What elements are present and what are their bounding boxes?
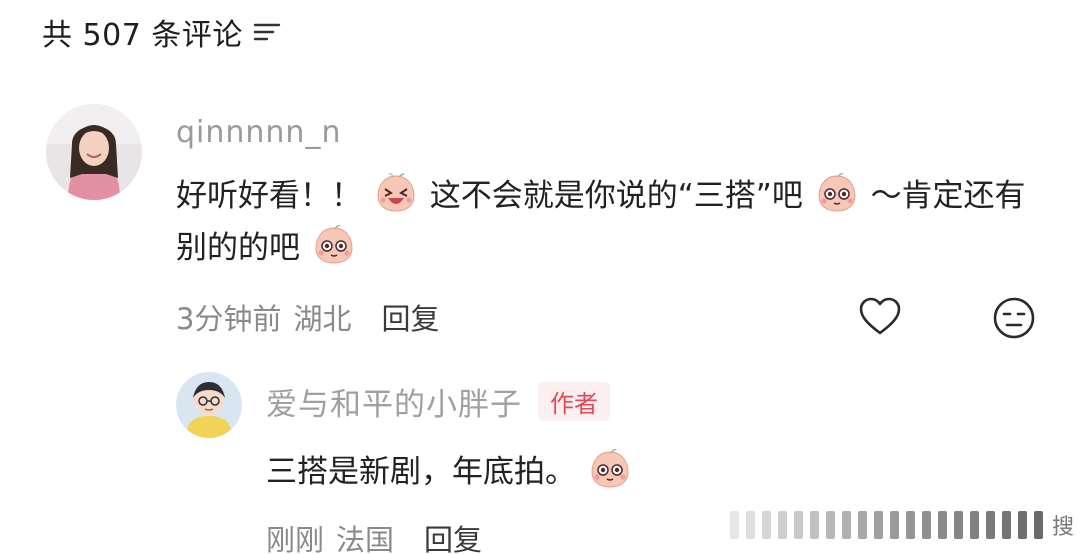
comment-text: 好听好看！！ 这不会就是你说的“三搭”吧 ～肯定还有别的的吧 bbox=[176, 170, 1036, 274]
watermark-bar bbox=[746, 511, 755, 539]
laughing-peach-emoji-icon bbox=[377, 172, 415, 212]
watermark-bar bbox=[794, 511, 803, 539]
comments-header: 共 507 条评论 bbox=[42, 10, 281, 54]
watermark-bar bbox=[874, 511, 883, 539]
comment-meta: 3分钟前 湖北 回复 bbox=[176, 296, 439, 338]
watermark-bar bbox=[922, 511, 931, 539]
watermark-bar bbox=[970, 511, 979, 539]
reply-text: 三搭是新剧，年底拍。 bbox=[266, 446, 1056, 495]
avatar[interactable] bbox=[46, 104, 142, 200]
watermark-bar bbox=[986, 511, 995, 539]
comment-text-part2: 这不会就是你说的“三搭”吧 bbox=[429, 178, 803, 214]
watermark-bar bbox=[906, 511, 915, 539]
watermark-text: 搜 bbox=[1052, 515, 1075, 540]
watermark-bar bbox=[954, 511, 963, 539]
comment-time: 3分钟前 bbox=[176, 302, 282, 336]
reply-location: 法国 bbox=[336, 523, 395, 554]
watermark-bar bbox=[938, 511, 947, 539]
watermark-bar bbox=[1002, 511, 1011, 539]
watermark-bar bbox=[778, 511, 787, 539]
watermark-bar bbox=[858, 511, 867, 539]
watermark-bar bbox=[762, 511, 771, 539]
sort-lines-icon[interactable] bbox=[253, 21, 281, 43]
watermark-bar bbox=[810, 511, 819, 539]
watermark-bar bbox=[826, 511, 835, 539]
reply-button[interactable]: 回复 bbox=[381, 296, 439, 338]
comment-username[interactable]: qinnnnn_n bbox=[176, 112, 1046, 154]
peach-emoji-icon bbox=[315, 224, 353, 264]
watermark: 搜 bbox=[730, 505, 1080, 545]
comment-text-part1: 好听好看！！ bbox=[176, 178, 362, 214]
watermark-bar bbox=[1034, 511, 1043, 539]
reply-button[interactable]: 回复 bbox=[424, 517, 482, 554]
watermark-bar bbox=[842, 511, 851, 539]
watermark-bar bbox=[890, 511, 899, 539]
watermark-bar bbox=[730, 511, 739, 539]
comment-count: 共 507 条评论 bbox=[42, 18, 243, 53]
avatar[interactable] bbox=[176, 372, 242, 438]
watermark-bar bbox=[1018, 511, 1027, 539]
peach-emoji-icon bbox=[591, 448, 629, 488]
author-badge: 作者 bbox=[538, 381, 610, 421]
meh-face-icon[interactable] bbox=[992, 296, 1036, 340]
peach-emoji-icon bbox=[818, 172, 856, 212]
reply-time: 刚刚 bbox=[266, 523, 325, 554]
comment-location: 湖北 bbox=[293, 302, 352, 336]
reply-text-content: 三搭是新剧，年底拍。 bbox=[266, 454, 576, 490]
reply-username[interactable]: 爱与和平的小胖子 bbox=[266, 379, 522, 424]
heart-outline-icon[interactable] bbox=[858, 296, 902, 336]
